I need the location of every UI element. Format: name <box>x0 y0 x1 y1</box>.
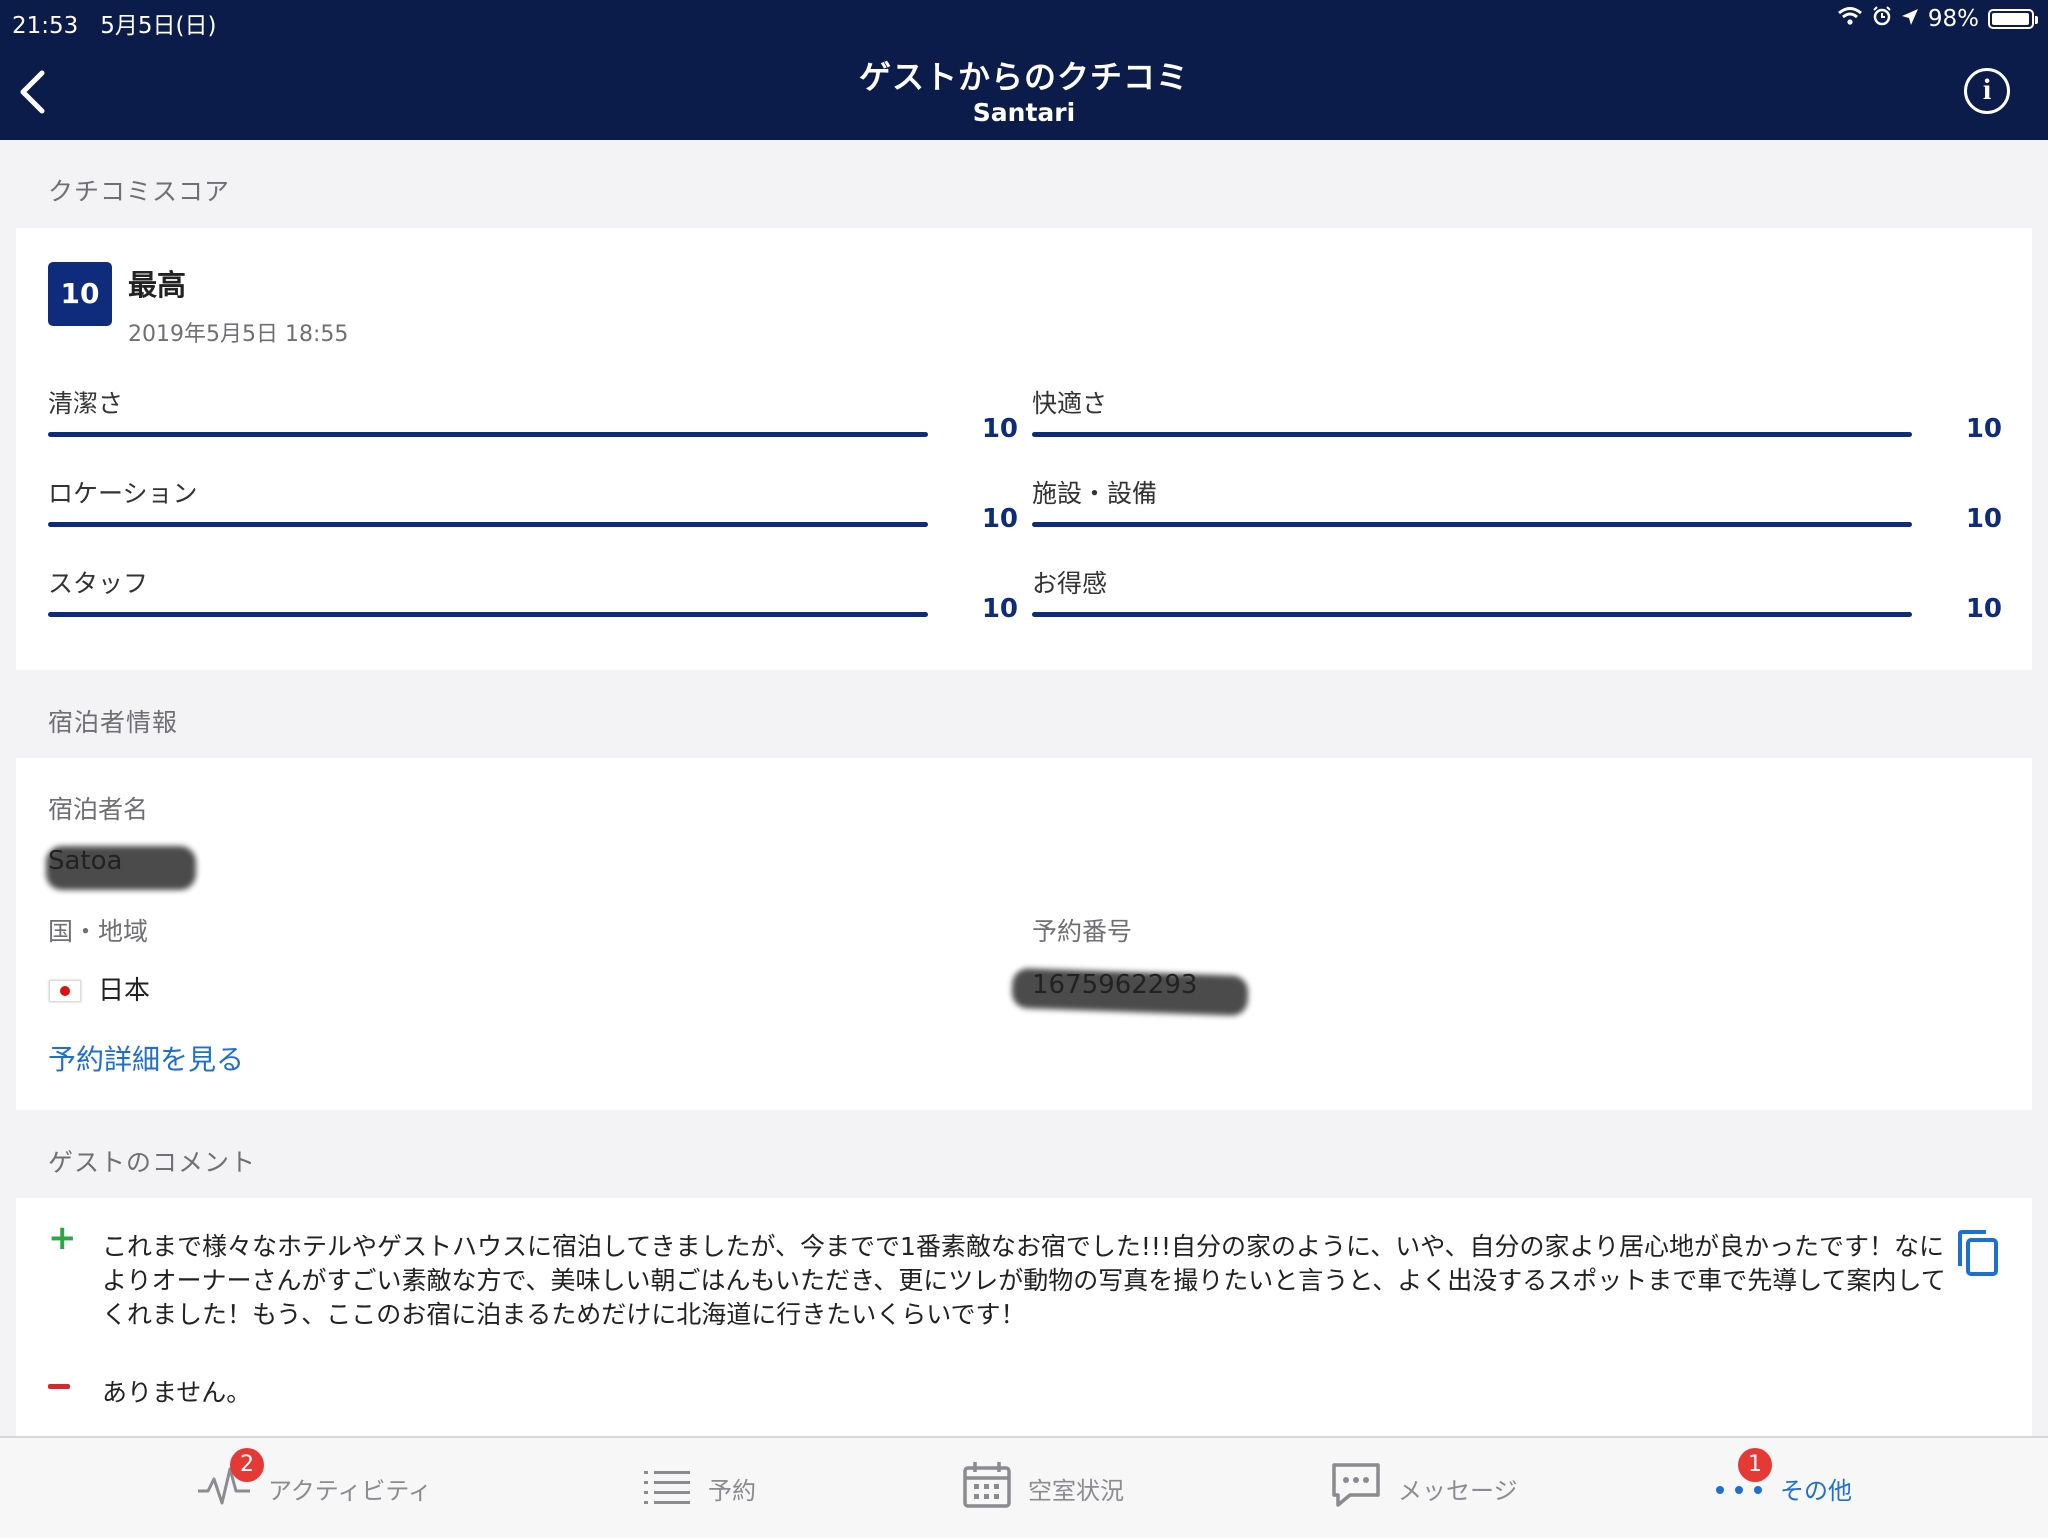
clock: 21:53 <box>12 13 79 39</box>
metric-location: ロケーション 10 <box>48 474 1018 544</box>
metric-value: 10 <box>981 414 1018 444</box>
metric-bar-fill <box>48 432 928 437</box>
wifi-icon <box>1837 6 1863 32</box>
metric-bar <box>48 432 928 437</box>
tab-reservations[interactable]: 予約 <box>644 1438 756 1538</box>
minus-icon <box>48 1384 70 1389</box>
metric-name: ロケーション <box>48 479 198 508</box>
tab-label: その他 <box>1780 1476 1852 1505</box>
notification-badge: 2 <box>230 1448 264 1482</box>
metric-value: 10 <box>1965 504 2002 534</box>
score-section-label: クチコミスコア <box>48 177 231 206</box>
tab-messages[interactable]: メッセージ <box>1330 1438 1518 1538</box>
country-value: 日本 <box>98 976 151 1006</box>
metric-bar-fill <box>1032 432 1912 437</box>
metric-value: 10 <box>1965 594 2002 624</box>
metric-bar-fill <box>1032 522 1912 527</box>
metric-bar <box>48 522 928 527</box>
guest-info-card: 宿泊者名 Satoa 国・地域 日本 予約番号 1675962293 予約詳細を… <box>16 758 2032 1110</box>
overall-score-label: 最高 <box>128 268 187 302</box>
top-bar: 21:53 5月5日(日) 98% ゲストからのクチコミ Santari i <box>0 0 2048 140</box>
country-label: 国・地域 <box>48 917 149 946</box>
status-date: 5月5日(日) <box>100 13 217 39</box>
metric-cleanliness: 清潔さ 10 <box>48 384 1018 454</box>
battery-fill <box>1992 13 2030 25</box>
metric-name: 清潔さ <box>48 389 124 418</box>
tab-label: 空室状況 <box>1028 1476 1124 1505</box>
negative-comment: ありません。 <box>102 1378 252 1407</box>
copy-button[interactable] <box>1956 1228 2000 1278</box>
overall-score-badge: 10 <box>48 262 112 326</box>
metric-name: 施設・設備 <box>1032 479 1158 508</box>
score-card: 10 最高 2019年5月5日 18:55 清潔さ 10 快適さ 10 ロケーシ… <box>16 228 2032 670</box>
location-arrow-icon <box>1901 6 1919 32</box>
copy-icon <box>1956 1230 2000 1282</box>
guest-name-label: 宿泊者名 <box>48 795 149 824</box>
property-name: Santari <box>972 98 1076 127</box>
metric-bar <box>48 612 928 617</box>
comment-section-label: ゲストのコメント <box>48 1148 257 1177</box>
metric-name: お得感 <box>1032 569 1108 598</box>
metric-bar-fill <box>48 522 928 527</box>
metric-value-for-money: お得感 10 <box>1032 564 2002 634</box>
info-icon: i <box>1982 73 1992 106</box>
booking-number-label: 予約番号 <box>1032 917 1133 946</box>
tab-more[interactable]: その他 1 <box>1714 1438 1852 1538</box>
tab-label: 予約 <box>708 1476 756 1505</box>
tab-activity[interactable]: アクティビティ 2 <box>196 1438 432 1538</box>
metric-bar <box>1032 522 1912 527</box>
view-booking-details-link[interactable]: 予約詳細を見る <box>48 1038 244 1078</box>
metric-facilities: 施設・設備 10 <box>1032 474 2002 544</box>
positive-comment: これまで様々なホテルやゲストハウスに宿泊してきましたが、今までで1番素敵なお宿で… <box>102 1232 1946 1329</box>
metric-name: スタッフ <box>48 569 149 598</box>
tab-bar: アクティビティ 2 予約 空室状況 メッセージ その他 1 <box>0 1436 2048 1538</box>
notification-badge: 1 <box>1738 1448 1772 1482</box>
review-date: 2019年5月5日 18:55 <box>128 322 349 347</box>
guest-section-label: 宿泊者情報 <box>48 708 179 737</box>
calendar-icon <box>962 1460 1012 1516</box>
tab-availability[interactable]: 空室状況 <box>962 1438 1124 1538</box>
metric-value: 10 <box>981 504 1018 534</box>
metric-value: 10 <box>981 594 1018 624</box>
message-bubble-icon <box>1330 1461 1382 1515</box>
metric-value: 10 <box>1965 414 2002 444</box>
status-time: 21:53 5月5日(日) <box>12 6 216 40</box>
guest-name: Satoa <box>48 846 123 876</box>
metric-bar <box>1032 612 1912 617</box>
metric-bar-fill <box>1032 612 1912 617</box>
alarm-icon <box>1872 6 1892 32</box>
status-indicators: 98% <box>1837 6 2038 32</box>
metric-staff: スタッフ 10 <box>48 564 1018 634</box>
metric-bar <box>1032 432 1912 437</box>
page-title: ゲストからのクチコミ <box>858 58 1189 96</box>
metric-bar-fill <box>48 612 928 617</box>
metric-comfort: 快適さ 10 <box>1032 384 2002 454</box>
comment-card: + これまで様々なホテルやゲストハウスに宿泊してきましたが、今までで1番素敵なお… <box>16 1198 2032 1438</box>
list-icon <box>644 1465 692 1511</box>
booking-number: 1675962293 <box>1032 970 1198 1000</box>
info-button[interactable]: i <box>1964 68 2010 114</box>
tab-label: アクティビティ <box>268 1476 432 1505</box>
plus-icon: + <box>48 1218 77 1258</box>
battery-percent: 98% <box>1927 6 1979 32</box>
metric-name: 快適さ <box>1032 389 1108 418</box>
japan-flag-icon <box>49 980 81 1002</box>
battery-icon <box>1988 9 2038 29</box>
tab-label: メッセージ <box>1398 1476 1518 1505</box>
